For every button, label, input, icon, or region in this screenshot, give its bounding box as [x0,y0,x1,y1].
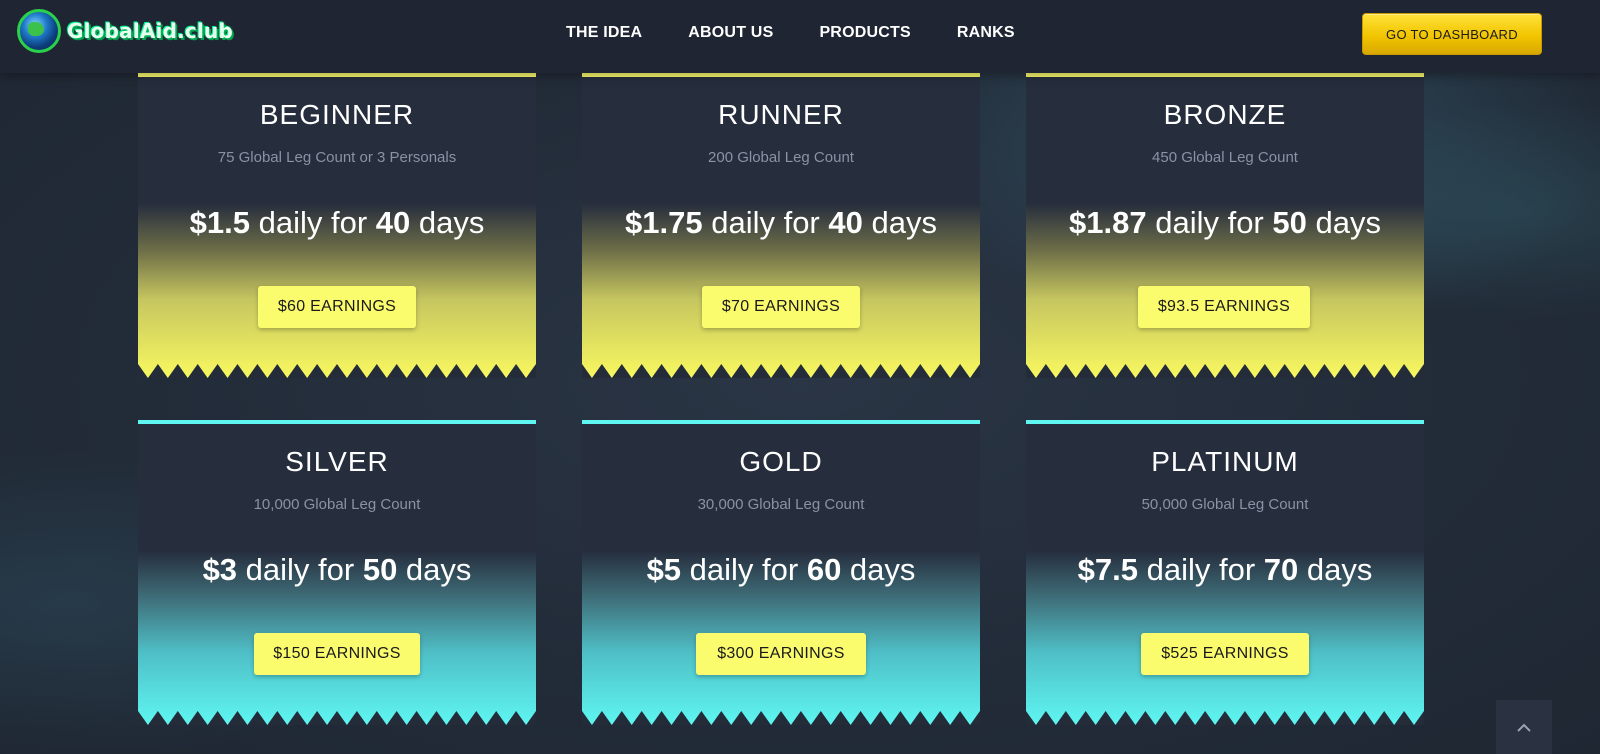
rank-title: BEGINNER [259,99,415,130]
nav-about-us[interactable]: ABOUT US [688,24,773,42]
earnings-button[interactable]: $60 EARNINGS [258,286,416,328]
rank-requirement: 50,000 Global Leg Count [1141,496,1309,513]
rank-title: PLATINUM [1151,446,1299,477]
scroll-to-top-button[interactable] [1496,700,1552,754]
nav-ranks[interactable]: RANKS [957,24,1015,42]
rank-title: BRONZE [1163,99,1287,130]
rank-requirement: 30,000 Global Leg Count [697,496,865,513]
brand-logo[interactable]: GlobalAid.club [17,9,233,53]
rank-requirement: 75 Global Leg Count or 3 Personals [217,149,457,166]
rank-card-beginner: BEGINNER 75 Global Leg Count or 3 Person… [138,73,536,378]
nav-products[interactable]: PRODUCTS [819,24,910,42]
rank-daily-rate: $1.87 daily for 50 days [1069,205,1381,240]
rank-daily-rate: $1.5 daily for 40 days [189,205,485,240]
go-to-dashboard-button[interactable]: GO TO DASHBOARD [1362,13,1542,55]
earnings-button[interactable]: $93.5 EARNINGS [1138,286,1310,328]
rank-title: GOLD [739,446,823,477]
earnings-button[interactable]: $300 EARNINGS [696,633,866,675]
nav-the-idea[interactable]: THE IDEA [566,24,642,42]
rank-daily-rate: $1.75 daily for 40 days [625,205,937,240]
chevron-up-icon [1517,723,1531,732]
earnings-button[interactable]: $525 EARNINGS [1141,633,1309,675]
rank-title: RUNNER [718,99,844,130]
rank-card-runner: RUNNER 200 Global Leg Count $1.75 daily … [582,73,980,378]
rank-daily-rate: $5 daily for 60 days [646,552,916,587]
brand-name: GlobalAid.club [67,19,233,43]
main-nav: THE IDEA ABOUT US PRODUCTS RANKS [566,24,1015,42]
rank-requirement: 10,000 Global Leg Count [253,496,421,513]
rank-title: SILVER [285,446,389,477]
rank-card-silver: SILVER 10,000 Global Leg Count $3 daily … [138,420,536,725]
earnings-button[interactable]: $70 EARNINGS [702,286,860,328]
rank-card-gold: GOLD 30,000 Global Leg Count $5 daily fo… [582,420,980,725]
rank-requirement: 200 Global Leg Count [708,149,854,166]
rank-card-platinum: PLATINUM 50,000 Global Leg Count $7.5 da… [1026,420,1424,725]
globe-icon [17,9,61,53]
top-header: GlobalAid.club THE IDEA ABOUT US PRODUCT… [0,0,1600,73]
rank-requirement: 450 Global Leg Count [1152,149,1298,166]
earnings-button[interactable]: $150 EARNINGS [254,633,420,675]
rank-daily-rate: $7.5 daily for 70 days [1077,552,1373,587]
rank-daily-rate: $3 daily for 50 days [202,552,472,587]
rank-card-bronze: BRONZE 450 Global Leg Count $1.87 daily … [1026,73,1424,378]
